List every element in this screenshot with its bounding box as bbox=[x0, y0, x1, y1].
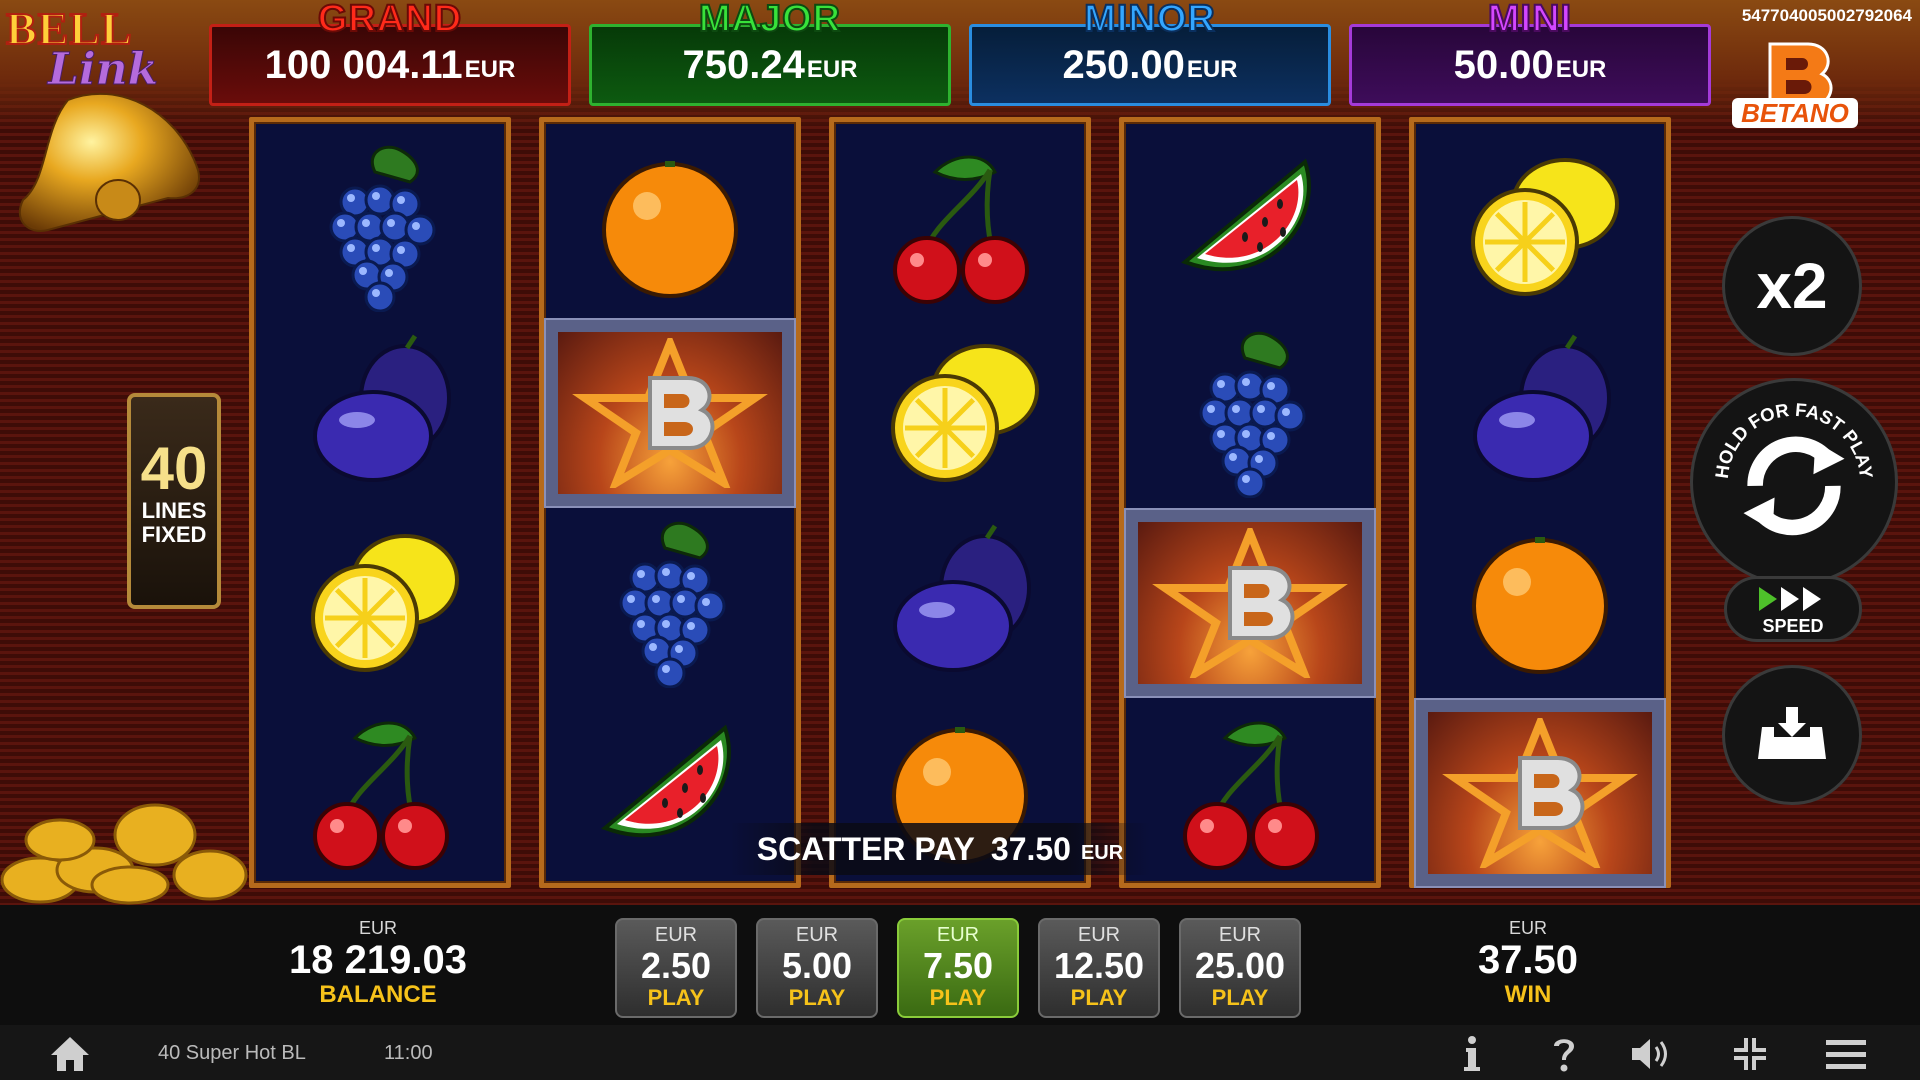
scatter-pay-currency: EUR bbox=[1080, 841, 1124, 864]
bet-button[interactable]: EUR 5.00 PLAY bbox=[756, 918, 878, 1018]
plum-symbol bbox=[1414, 318, 1666, 508]
reel-3 bbox=[829, 117, 1091, 888]
fullscreen-icon[interactable] bbox=[1728, 1034, 1772, 1074]
win-value: 37.50 bbox=[1477, 938, 1579, 982]
jackpot-mini: MINI 50.00 EUR bbox=[1349, 0, 1711, 106]
orange-symbol bbox=[1414, 508, 1666, 698]
help-icon[interactable] bbox=[1542, 1034, 1586, 1074]
session-id: 5477040050027920​64 bbox=[1741, 6, 1912, 25]
jackpot-currency: EUR bbox=[1186, 56, 1238, 83]
bet-currency: EUR bbox=[795, 924, 839, 946]
win-currency: EUR bbox=[1508, 918, 1547, 938]
jackpot-title: MINOR bbox=[1083, 0, 1216, 41]
watermelon-symbol bbox=[1124, 132, 1376, 322]
lemon-symbol bbox=[1414, 132, 1666, 322]
clock: 11:00 bbox=[384, 1042, 433, 1064]
grapes-symbol bbox=[1124, 318, 1376, 508]
info-icon[interactable] bbox=[1450, 1034, 1494, 1074]
jackpot-title: MAJOR bbox=[698, 0, 842, 41]
collect-button[interactable] bbox=[1722, 665, 1862, 805]
lines-label: LINES bbox=[141, 498, 207, 523]
lemon-symbol bbox=[254, 508, 506, 698]
lines-count: 40 bbox=[140, 435, 208, 502]
bet-button[interactable]: EUR 2.50 PLAY bbox=[615, 918, 737, 1018]
plum-symbol bbox=[254, 318, 506, 508]
bet-value: 5.00 bbox=[781, 945, 853, 986]
lemon-symbol bbox=[834, 318, 1086, 508]
jackpot-title: MINI bbox=[1487, 0, 1573, 41]
reel-4 bbox=[1119, 117, 1381, 888]
balance-value: 18 219.03 bbox=[289, 938, 467, 982]
bet-play-label: PLAY bbox=[1211, 985, 1269, 1010]
scatter-symbol bbox=[1124, 508, 1376, 698]
bet-currency: EUR bbox=[1077, 924, 1121, 946]
grapes-symbol bbox=[544, 508, 796, 698]
orange-symbol bbox=[544, 132, 796, 322]
bet-currency: EUR bbox=[1218, 924, 1262, 946]
win-label: WIN bbox=[1504, 981, 1552, 1008]
betano-logo: BETANO bbox=[1732, 42, 1858, 128]
jackpot-title: GRAND bbox=[317, 0, 463, 41]
menu-icon[interactable] bbox=[1824, 1034, 1868, 1074]
jackpot-value: 250.00 bbox=[1062, 42, 1185, 87]
scatter-symbol bbox=[544, 318, 796, 508]
win-display: EUR 37.50 WIN bbox=[1440, 918, 1616, 1009]
bet-value: 25.00 bbox=[1194, 945, 1286, 986]
jackpot-currency: EUR bbox=[806, 56, 858, 83]
bet-play-label: PLAY bbox=[1070, 985, 1128, 1010]
bet-value: 2.50 bbox=[640, 945, 712, 986]
balance-currency: EUR bbox=[358, 918, 397, 938]
bet-play-label: PLAY bbox=[647, 985, 705, 1010]
cherries-symbol bbox=[834, 132, 1086, 322]
jackpot-grand: GRAND 100 004.11 EUR bbox=[209, 0, 571, 106]
jackpot-value: 100 004.11 bbox=[264, 42, 463, 87]
fast-forward-icon bbox=[1759, 587, 1821, 611]
bet-value: 12.50 bbox=[1053, 945, 1145, 986]
jackpot-currency: EUR bbox=[1555, 56, 1607, 83]
collect-icon bbox=[1758, 707, 1826, 759]
betano-text: BETANO bbox=[1741, 98, 1849, 128]
cherries-symbol bbox=[1124, 698, 1376, 888]
spin-button[interactable]: HOLD FOR FAST PLAY bbox=[1690, 378, 1898, 586]
speed-label: SPEED bbox=[1762, 616, 1824, 636]
scatter-pay-banner: SCATTER PAY 37.50 EUR bbox=[730, 823, 1150, 875]
bet-button[interactable]: EUR 25.00 PLAY bbox=[1179, 918, 1301, 1018]
scatter-pay-value: 37.50 bbox=[990, 830, 1071, 867]
plum-symbol bbox=[834, 508, 1086, 698]
bet-play-label: PLAY bbox=[929, 985, 987, 1010]
speed-button[interactable]: SPEED bbox=[1724, 576, 1862, 642]
lines-panel: 40 LINES FIXED bbox=[127, 393, 221, 609]
home-icon[interactable] bbox=[48, 1034, 92, 1074]
multiplier-button[interactable]: x2 bbox=[1722, 216, 1862, 356]
bet-button[interactable]: EUR 7.50 PLAY bbox=[897, 918, 1019, 1018]
grapes-symbol bbox=[254, 132, 506, 322]
jackpot-currency: EUR bbox=[464, 56, 516, 83]
lines-fixed-label: FIXED bbox=[141, 522, 207, 547]
bet-value: 7.50 bbox=[922, 945, 994, 986]
scatter-symbol bbox=[1414, 698, 1666, 888]
bet-button[interactable]: EUR 12.50 PLAY bbox=[1038, 918, 1160, 1018]
reel-1 bbox=[249, 117, 511, 888]
bet-currency: EUR bbox=[936, 924, 980, 946]
coins-icon bbox=[0, 803, 248, 905]
jackpot-value: 50.00 bbox=[1453, 42, 1554, 87]
bell-icon bbox=[18, 92, 200, 232]
jackpot-value: 750.24 bbox=[682, 42, 805, 87]
balance-label: BALANCE bbox=[319, 981, 437, 1008]
balance-display: EUR 18 219.03 BALANCE bbox=[250, 918, 506, 1009]
reel-5 bbox=[1409, 117, 1671, 888]
jackpot-minor: MINOR 250.00 EUR bbox=[969, 0, 1331, 106]
reel-2 bbox=[539, 117, 801, 888]
sound-icon[interactable] bbox=[1630, 1034, 1674, 1074]
spin-icon: HOLD FOR FAST PLAY bbox=[1711, 399, 1877, 536]
game-name: 40 Super Hot BL bbox=[158, 1042, 306, 1064]
scatter-pay-label: SCATTER PAY bbox=[756, 830, 975, 867]
jackpot-major: MAJOR 750.24 EUR bbox=[589, 0, 951, 106]
bet-currency: EUR bbox=[654, 924, 698, 946]
bet-play-label: PLAY bbox=[788, 985, 846, 1010]
cherries-symbol bbox=[254, 698, 506, 888]
